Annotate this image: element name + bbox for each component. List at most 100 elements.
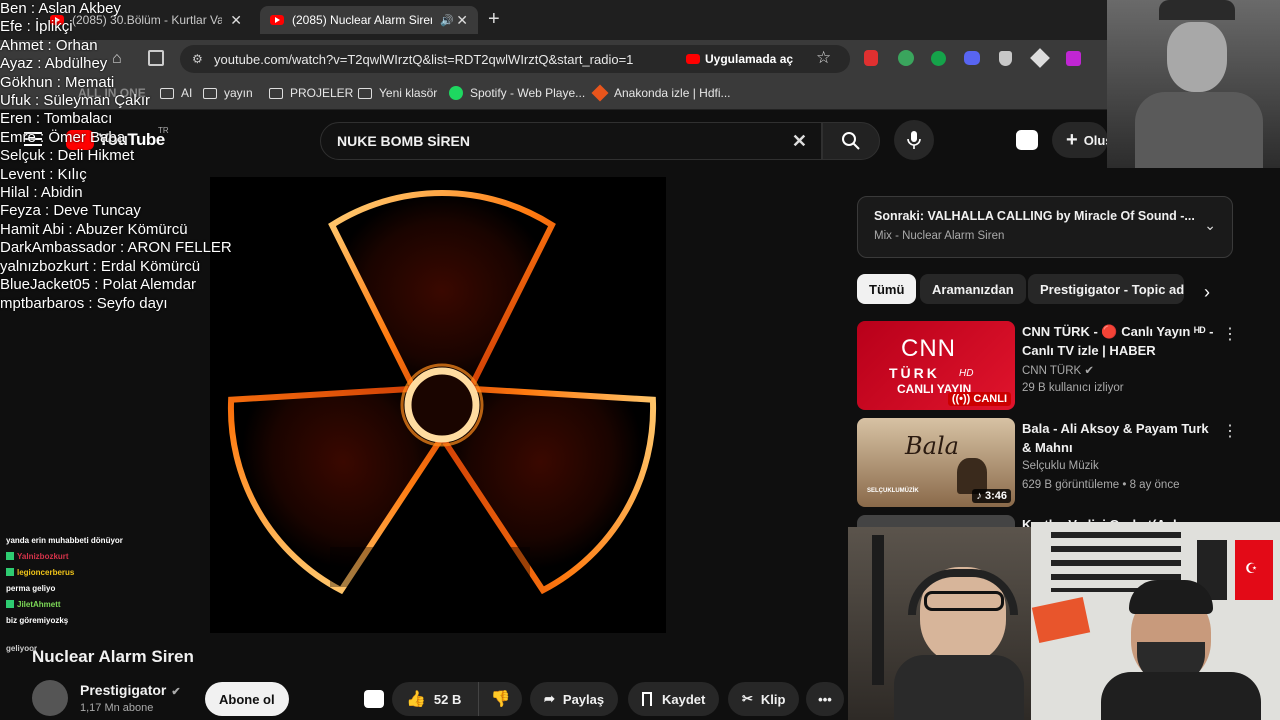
bookmark-label: PROJELER [290, 86, 354, 100]
chat-message: legioncerberus [0, 564, 210, 580]
thumbs-down-icon: 👎 [490, 691, 511, 708]
chat-message: Yalnizbozkurt [0, 548, 210, 564]
thumb-text: HD [959, 368, 974, 379]
more-actions-button[interactable]: ••• [806, 682, 844, 716]
premium-feature-icon[interactable] [1016, 130, 1038, 150]
duration-badge: ♪ 3:46 [972, 489, 1011, 503]
rec-video-title[interactable]: CNN TÜRK - 🔴 Canlı Yayın ᴴᴰ - Canlı TV i… [1022, 322, 1218, 360]
channel-name[interactable]: Prestigigator ✔ [80, 682, 181, 698]
rec-meta: 629 B görüntüleme • 8 ay önce [1022, 479, 1180, 491]
create-button[interactable]: + Oluş [1052, 122, 1108, 158]
grammarly-icon[interactable] [931, 51, 946, 66]
new-tab-icon[interactable]: + [488, 8, 500, 31]
thumb-text: TÜRK [889, 365, 940, 381]
chat-text: yanda erin muhabbeti dönüyor [6, 535, 123, 545]
voice-search-button[interactable] [894, 120, 934, 160]
webcam-right: ☪ [1031, 522, 1280, 720]
video-player[interactable] [210, 177, 666, 633]
bookmark-anakonda[interactable]: Anakonda izle | Hdfi... [591, 84, 731, 102]
extension-green-icon[interactable] [898, 50, 914, 66]
premium-feature-icon[interactable] [364, 690, 384, 708]
search-button[interactable] [822, 122, 880, 160]
clip-button[interactable]: ✂ Klip [728, 682, 800, 716]
discord-extension-icon[interactable] [964, 51, 980, 65]
rec-channel[interactable]: Selçuklu Müzik [1022, 460, 1099, 472]
overlay-name: Feyza : Deve Tuncay [0, 202, 141, 220]
thumb-text: Bala [905, 432, 959, 460]
bookmark-projeler[interactable]: PROJELER [269, 86, 353, 100]
overlay-name: Gökhun : Memati [0, 73, 115, 91]
streamer-shirt [1101, 672, 1261, 720]
save-button[interactable]: Kaydet [628, 682, 720, 716]
folder-icon [358, 87, 372, 99]
rec-video-title[interactable]: Bala - Ali Aksoy & Payam Turk & Mahnı [1022, 419, 1218, 457]
anakonda-icon [591, 84, 609, 102]
rec-menu-icon[interactable]: ⋮ [1222, 421, 1238, 441]
channel-avatar[interactable] [32, 680, 68, 716]
overlay-name: Ahmet : Orhan [0, 36, 98, 54]
share-button[interactable]: ➦ Paylaş [530, 682, 619, 716]
webcam-left [848, 527, 1031, 720]
officer-cap [1159, 0, 1235, 20]
audio-playing-icon[interactable]: 🔊 [440, 14, 454, 27]
tab-nuclear-alarm-siren[interactable]: (2085) Nuclear Alarm Siren 🔊 ✕ [260, 6, 478, 34]
folder-icon [269, 87, 283, 99]
overlay-name: mptbarbaros : Seyfo dayı [0, 294, 168, 312]
search-input[interactable]: NUKE BOMB SİREN ✕ [320, 122, 822, 160]
overlay-name: yalnızbozkurt : Erdal Kömürcü [0, 257, 201, 275]
search-icon [842, 132, 860, 150]
bookmark-star-icon[interactable]: ☆ [816, 48, 831, 68]
video-title: Nuclear Alarm Siren [32, 647, 194, 666]
overlay-name: BlueJacket05 : Polat Alemdar [0, 276, 196, 294]
subscribe-button[interactable]: Abone ol [205, 682, 289, 716]
subscriber-count: 1,17 Mn abone [80, 702, 154, 714]
chevron-right-icon[interactable]: › [1204, 282, 1210, 303]
overlay-name: Hamit Abi : Abuzer Kömürcü [0, 220, 188, 238]
up-next-panel[interactable]: Sonraki: VALHALLA CALLING by Miracle Of … [857, 196, 1233, 258]
chip-from-search[interactable]: Aramanızdan [920, 274, 1026, 304]
clear-search-icon[interactable]: ✕ [792, 131, 807, 152]
overlay-name: Ben : Aslan Akbey [0, 0, 121, 17]
video-thumbnail-kurtlar[interactable] [857, 515, 1015, 527]
like-button[interactable]: 👍 52 B [392, 682, 478, 716]
rec-channel[interactable]: CNN TÜRK ✔ [1022, 363, 1094, 377]
overlay-name: Ufuk : Süleyman Çakır [0, 92, 151, 110]
video-thumbnail-bala[interactable]: Bala SELÇUKLUMÜZİK ♪ 3:46 [857, 418, 1015, 507]
open-in-app-label: Uygulamada aç [705, 52, 794, 66]
overlay-name: Levent : Kılıç [0, 165, 87, 183]
thumb-text: CNN [901, 335, 956, 362]
chat-message: JiletAhmett [0, 596, 210, 612]
bookmark-icon [642, 692, 652, 706]
verified-icon: ✔ [171, 686, 181, 698]
youtube-app-icon [686, 54, 700, 64]
badge-icon [6, 568, 14, 576]
extension-red-icon[interactable] [864, 50, 878, 66]
subscribe-label: Abone ol [219, 691, 275, 707]
live-icon: ((•)) [951, 393, 974, 405]
bookmark-label: Anakonda izle | Hdfi... [614, 86, 731, 100]
extension-purple-icon[interactable] [1066, 51, 1081, 66]
overlay-name: Ayaz : Abdülhey [0, 55, 108, 73]
chip-topic[interactable]: Prestigigator - Topic adlı [1028, 274, 1184, 304]
dislike-button[interactable]: 👎 [478, 682, 522, 716]
thumb-text: SELÇUKLUMÜZİK [867, 488, 919, 494]
live-badge-label: CANLI [973, 393, 1007, 405]
video-thumbnail-cnn[interactable]: CNN TÜRK HD CANLI YAYIN ((•)) CANLI [857, 321, 1015, 410]
chat-message: biz göremiyozkş [0, 612, 210, 628]
shield-extension-icon[interactable] [999, 51, 1012, 66]
chat-username: legioncerberus [17, 567, 75, 577]
chevron-down-icon[interactable]: ⌄ [1204, 217, 1216, 234]
verified-icon: ✔ [1084, 365, 1095, 377]
bookmark-spotify[interactable]: Spotify - Web Playe... [449, 86, 585, 100]
bookmark-yeni-klasor[interactable]: Yeni klasör [358, 86, 437, 100]
like-count: 52 B [433, 691, 462, 707]
close-tab-icon[interactable]: ✕ [456, 12, 468, 29]
chip-all[interactable]: Tümü [857, 274, 917, 304]
crescent-star-icon: ☪ [1245, 560, 1258, 576]
rec-menu-icon[interactable]: ⋮ [1222, 324, 1238, 344]
more-icon: ••• [818, 691, 832, 707]
scissors-icon: ✂ [742, 691, 753, 706]
open-in-app-button[interactable]: Uygulamada aç [686, 49, 793, 69]
chip-label: Aramanızdan [932, 281, 1014, 297]
share-label: Paylaş [562, 691, 605, 707]
